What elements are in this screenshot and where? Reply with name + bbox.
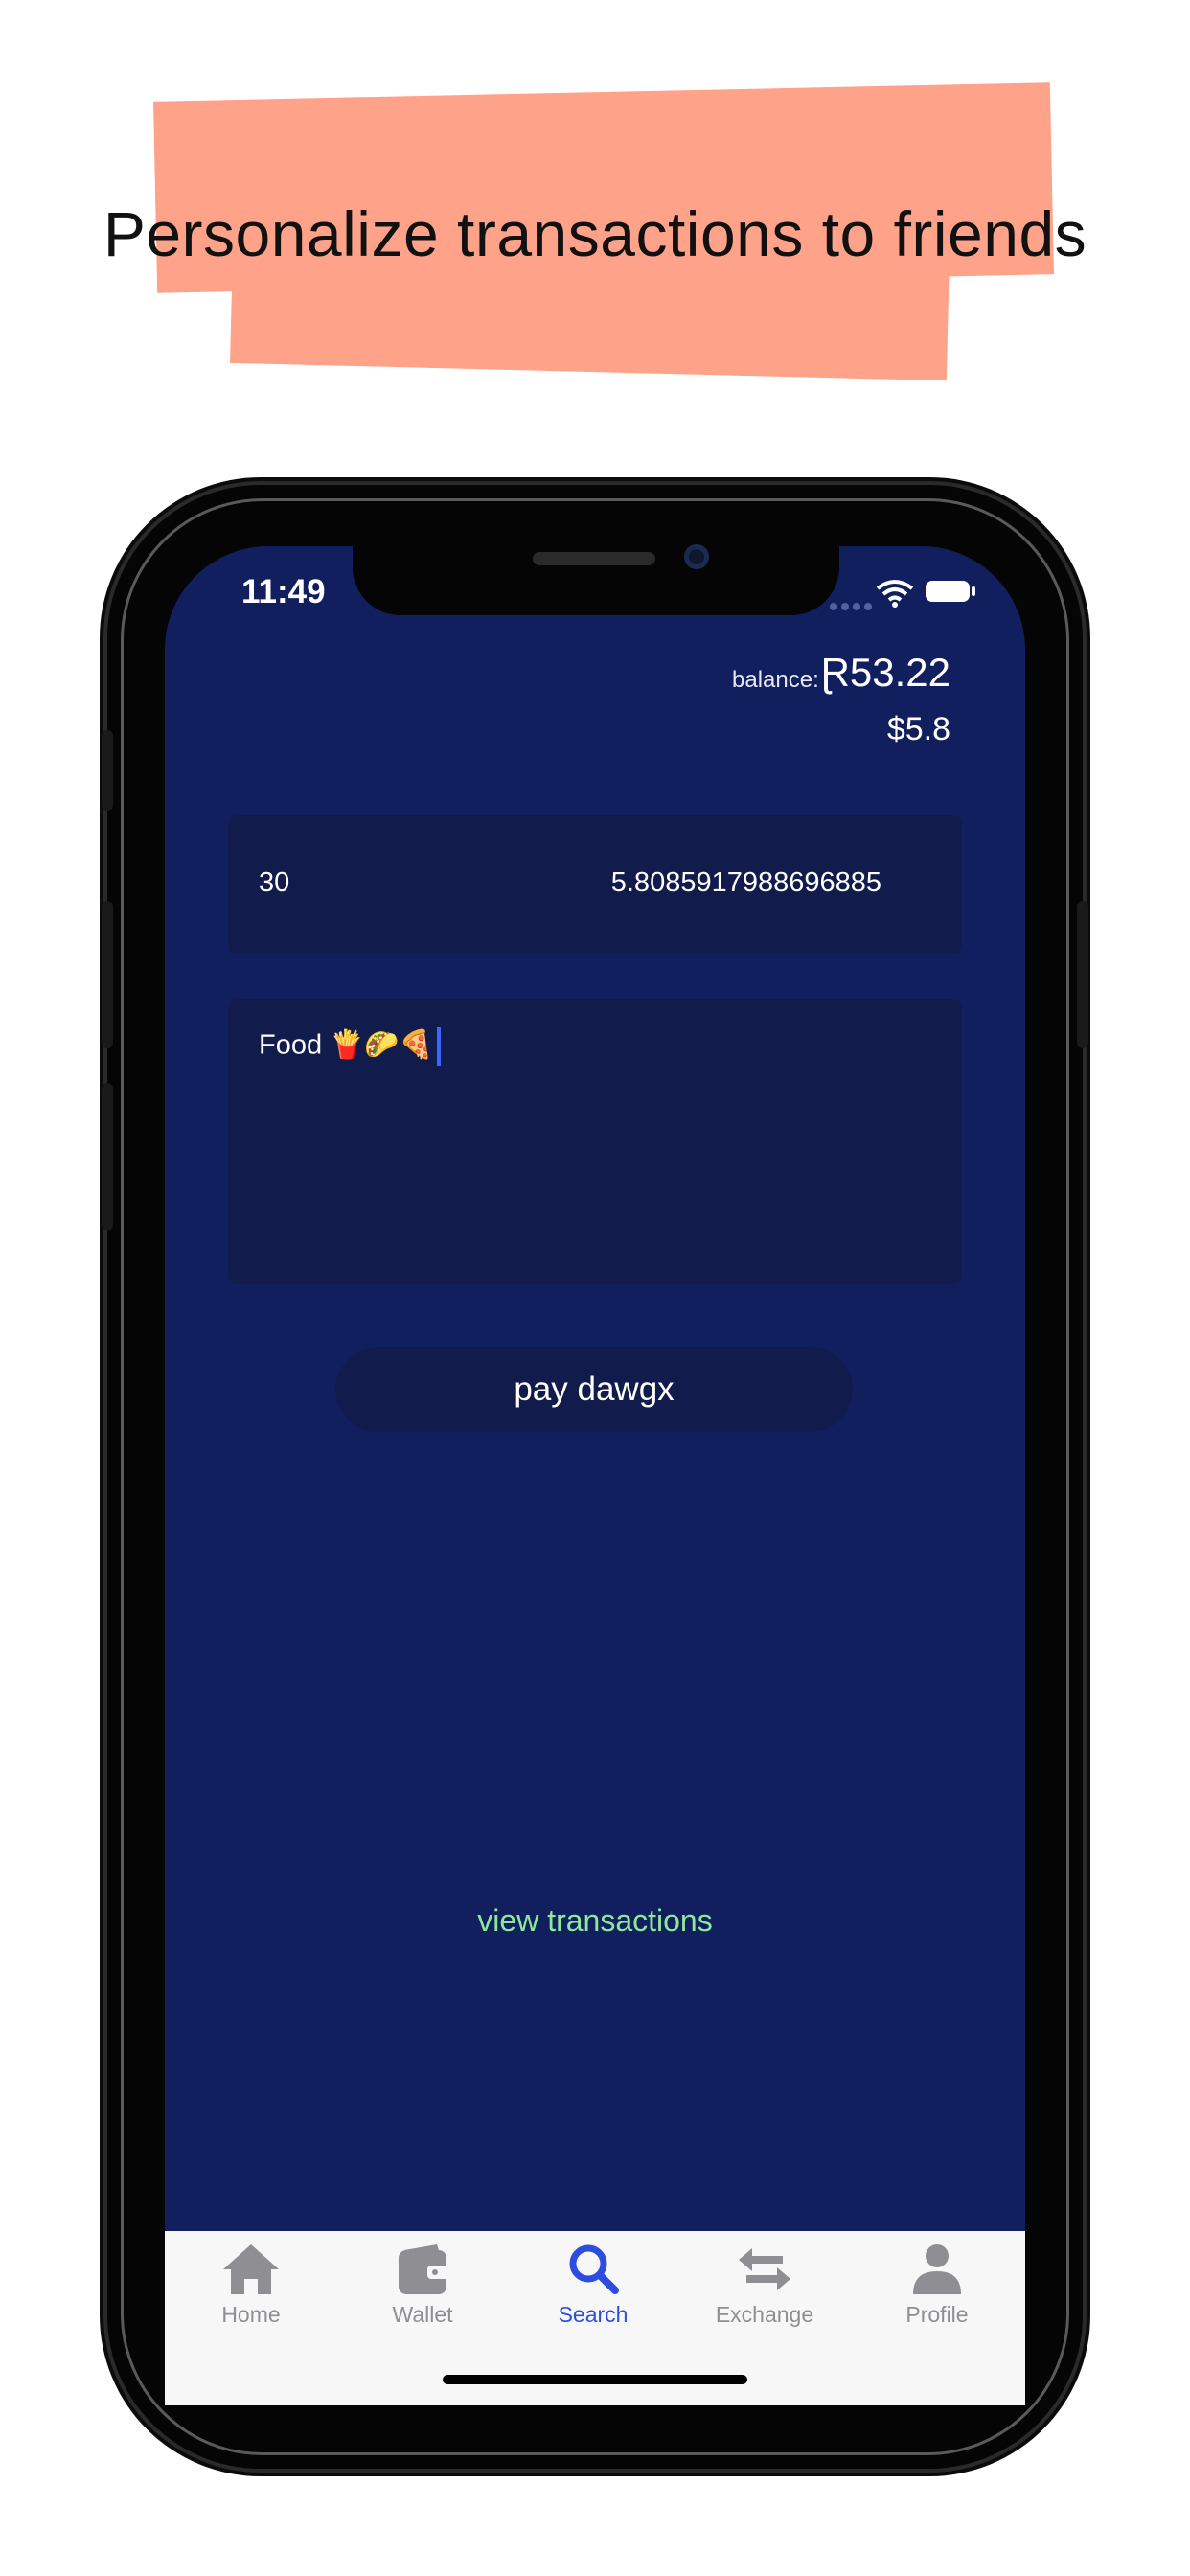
balance-label: balance: [732, 667, 819, 693]
wallet-icon [399, 2244, 448, 2294]
balance-usd: $5.8 [886, 711, 950, 748]
tab-exchange-label: Exchange [715, 2302, 814, 2327]
tab-home[interactable]: Home [179, 2242, 323, 2328]
tab-profile[interactable]: Profile [865, 2242, 1009, 2328]
view-transactions-link[interactable]: view transactions [0, 1903, 1190, 1939]
status-time: 11:49 [241, 573, 326, 610]
headline: Personalize transactions to friends [103, 198, 1087, 269]
silent-switch [102, 730, 113, 811]
balance-value: Ɽ53.22 [820, 650, 950, 695]
speaker [533, 552, 655, 565]
battery-icon [926, 581, 970, 602]
wifi-icon [876, 580, 914, 608]
text-cursor [437, 1027, 442, 1066]
battery-tip [972, 586, 975, 596]
home-indicator[interactable] [443, 2375, 747, 2384]
tab-search[interactable]: Search [521, 2242, 665, 2328]
memo-text[interactable]: Food 🍟🌮🍕 [259, 1027, 442, 1066]
home-icon [223, 2244, 279, 2294]
exchange-icon [739, 2248, 790, 2290]
volume-down-button [102, 1083, 113, 1230]
tab-exchange[interactable]: Exchange [693, 2242, 836, 2328]
amount-value[interactable]: 30 [259, 867, 289, 899]
power-button [1077, 901, 1088, 1048]
profile-icon [913, 2244, 961, 2294]
tab-search-label: Search [558, 2302, 629, 2327]
search-icon [569, 2244, 619, 2294]
tab-wallet[interactable]: Wallet [351, 2242, 494, 2328]
tab-home-label: Home [221, 2302, 281, 2327]
memo-value: Food 🍟🌮🍕 [259, 1029, 434, 1061]
converted-amount: 5.8085917988696885 [610, 867, 881, 898]
signal-icon [830, 598, 876, 615]
tab-profile-label: Profile [905, 2302, 969, 2327]
front-camera [684, 544, 709, 569]
pay-button[interactable]: pay dawgx [335, 1347, 853, 1432]
tab-wallet-label: Wallet [392, 2302, 453, 2327]
volume-up-button [102, 901, 113, 1048]
